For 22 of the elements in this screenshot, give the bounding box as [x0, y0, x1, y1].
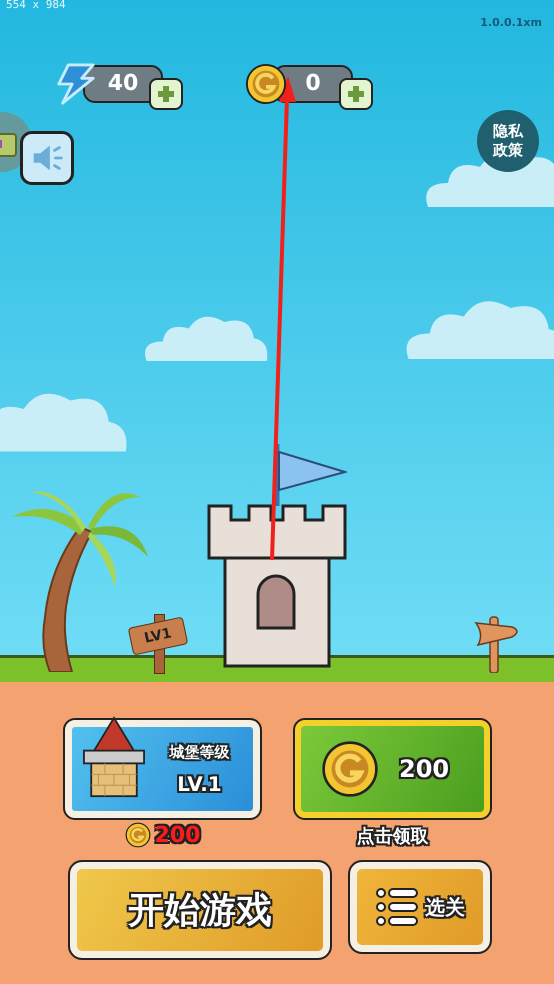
privacy-policy-button[interactable]: 隐私政策 [477, 110, 539, 172]
plus-icon [346, 84, 366, 104]
castle-level-value: LV.1 [177, 772, 222, 796]
coin-icon [245, 63, 287, 105]
size-label: 554 x 984 [6, 0, 66, 11]
castle-level-title: 城堡等级 [170, 742, 230, 762]
claim-label: 点击领取 [356, 825, 428, 848]
start-game-button[interactable]: 开始游戏 [70, 862, 330, 958]
sign-label: LV1 [128, 616, 188, 656]
reward-button[interactable]: 200 [295, 720, 490, 818]
plus-icon [156, 84, 176, 104]
list-icon [375, 887, 419, 927]
sound-button[interactable] [20, 131, 74, 185]
coin-icon [321, 740, 379, 798]
version-text: 1.0.0.1xm [480, 16, 542, 29]
castle-icon [82, 716, 146, 798]
add-button[interactable] [339, 78, 373, 110]
add-button[interactable] [149, 78, 183, 110]
lightning-icon [55, 63, 97, 105]
coin-icon [124, 822, 151, 848]
level-select-button[interactable]: 选关 [350, 862, 490, 952]
upgrade-cost: 200 [154, 822, 200, 848]
